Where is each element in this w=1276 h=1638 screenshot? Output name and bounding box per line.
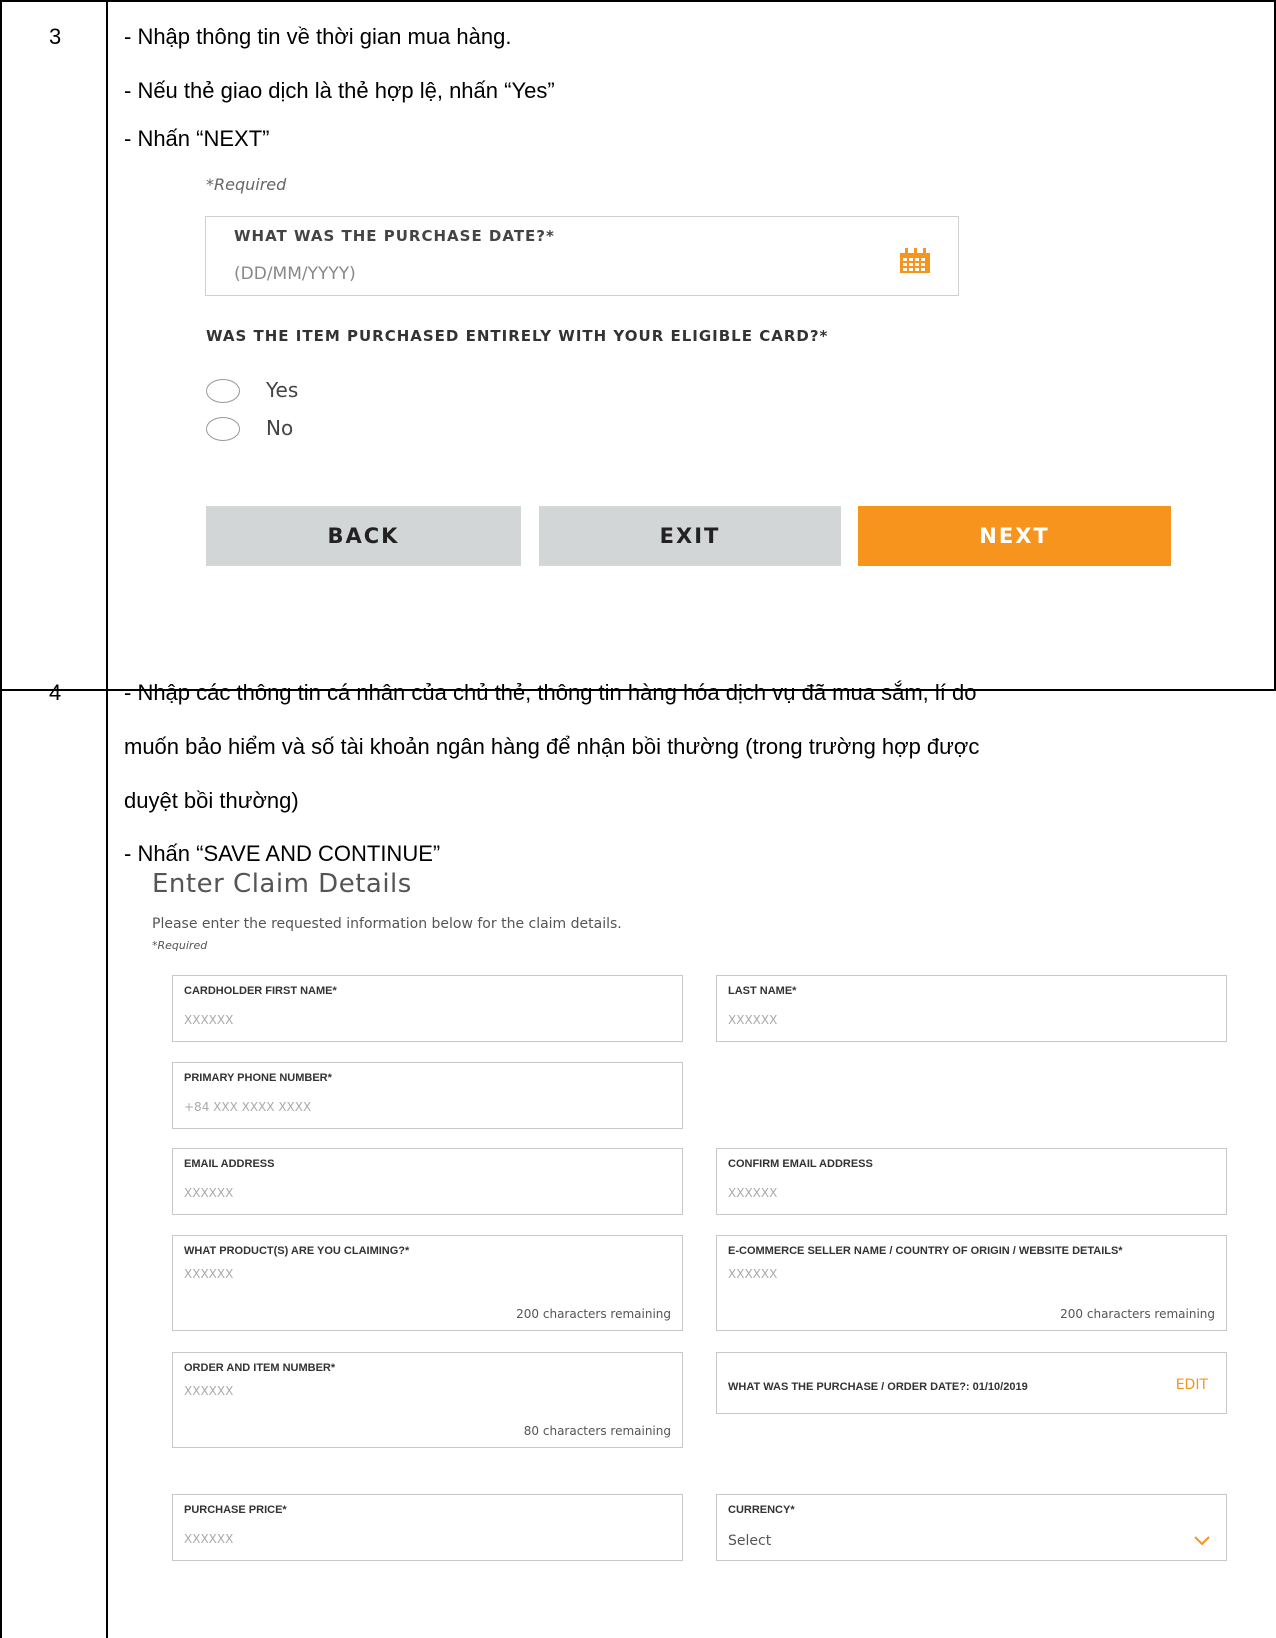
table-border-top [0, 0, 1276, 2]
chevron-down-icon[interactable] [1193, 1535, 1211, 1547]
form-title: Enter Claim Details [152, 869, 412, 899]
purchase-order-date-text: WHAT WAS THE PURCHASE / ORDER DATE?: 01/… [728, 1381, 1028, 1393]
exit-button[interactable]: EXIT [539, 506, 841, 566]
radio-circle[interactable] [206, 417, 240, 441]
eligible-card-question: WAS THE ITEM PURCHASED ENTIRELY WITH YOU… [206, 327, 829, 345]
purchase-order-date-field: WHAT WAS THE PURCHASE / ORDER DATE?: 01/… [716, 1352, 1227, 1414]
field-label: E-COMMERCE SELLER NAME / COUNTRY OF ORIG… [728, 1245, 1123, 1257]
email-field[interactable]: EMAIL ADDRESS XXXXXX [172, 1148, 683, 1215]
first-name-field[interactable]: CARDHOLDER FIRST NAME* XXXXXX [172, 975, 683, 1042]
instruction-line: - Nhấn “NEXT” [124, 126, 270, 151]
field-value: +84 XXX XXXX XXXX [184, 1100, 312, 1114]
field-label: PRIMARY PHONE NUMBER* [184, 1072, 332, 1084]
characters-remaining: 80 characters remaining [523, 1424, 671, 1438]
instruction-line: - Nhập thông tin về thời gian mua hàng. [124, 24, 512, 49]
step-number: 3 [49, 24, 62, 49]
field-label: EMAIL ADDRESS [184, 1158, 275, 1170]
last-name-field[interactable]: LAST NAME* XXXXXX [716, 975, 1227, 1042]
field-label: ORDER AND ITEM NUMBER* [184, 1362, 336, 1374]
seller-field[interactable]: E-COMMERCE SELLER NAME / COUNTRY OF ORIG… [716, 1235, 1227, 1331]
radio-label: No [266, 416, 294, 440]
required-note: *Required [152, 939, 208, 952]
field-value: XXXXXX [184, 1384, 234, 1398]
instruction-line: - Nếu thẻ giao dịch là thẻ hợp lệ, nhấn … [124, 78, 555, 103]
instruction-line: duyệt bồi thường) [124, 788, 299, 813]
calendar-icon[interactable] [899, 248, 931, 274]
table-column-divider [106, 0, 108, 1638]
field-value: XXXXXX [184, 1186, 234, 1200]
field-value: XXXXXX [184, 1532, 234, 1546]
phone-field[interactable]: PRIMARY PHONE NUMBER* +84 XXX XXXX XXXX [172, 1062, 683, 1129]
form-subtitle: Please enter the requested information b… [152, 916, 622, 932]
purchase-date-placeholder: (DD/MM/YYYY) [234, 264, 356, 284]
table-border-left [0, 0, 2, 1638]
step-number: 4 [49, 680, 62, 705]
currency-select[interactable]: CURRENCY* Select [716, 1494, 1227, 1561]
field-label: LAST NAME* [728, 985, 797, 997]
radio-circle[interactable] [206, 379, 240, 403]
order-number-field[interactable]: ORDER AND ITEM NUMBER* XXXXXX 80 charact… [172, 1352, 683, 1448]
required-note: *Required [206, 175, 287, 194]
purchase-date-field[interactable]: WHAT WAS THE PURCHASE DATE?* (DD/MM/YYYY… [205, 216, 959, 296]
next-button[interactable]: NEXT [858, 506, 1171, 566]
back-button[interactable]: BACK [206, 506, 521, 566]
edit-date-button[interactable]: EDIT [1176, 1377, 1208, 1393]
products-field[interactable]: WHAT PRODUCT(S) ARE YOU CLAIMING?* XXXXX… [172, 1235, 683, 1331]
field-value: XXXXXX [728, 1186, 778, 1200]
currency-selected-value: Select [728, 1533, 772, 1549]
instruction-line: muốn bảo hiểm và số tài khoản ngân hàng … [124, 734, 980, 759]
instruction-line: - Nhấn “SAVE AND CONTINUE” [124, 841, 441, 866]
field-label: CONFIRM EMAIL ADDRESS [728, 1158, 873, 1170]
characters-remaining: 200 characters remaining [516, 1307, 671, 1321]
instruction-line: - Nhập các thông tin cá nhân của chủ thẻ… [124, 680, 977, 705]
field-label: CARDHOLDER FIRST NAME* [184, 985, 337, 997]
field-value: XXXXXX [728, 1013, 778, 1027]
radio-label: Yes [266, 378, 299, 402]
characters-remaining: 200 characters remaining [1060, 1307, 1215, 1321]
purchase-price-field[interactable]: PURCHASE PRICE* XXXXXX [172, 1494, 683, 1561]
purchase-date-label: WHAT WAS THE PURCHASE DATE?* [234, 227, 555, 245]
confirm-email-field[interactable]: CONFIRM EMAIL ADDRESS XXXXXX [716, 1148, 1227, 1215]
field-value: XXXXXX [184, 1013, 234, 1027]
field-label: PURCHASE PRICE* [184, 1504, 287, 1516]
field-value: XXXXXX [728, 1267, 778, 1281]
field-value: XXXXXX [184, 1267, 234, 1281]
field-label: WHAT PRODUCT(S) ARE YOU CLAIMING?* [184, 1245, 410, 1257]
field-label: CURRENCY* [728, 1504, 795, 1516]
